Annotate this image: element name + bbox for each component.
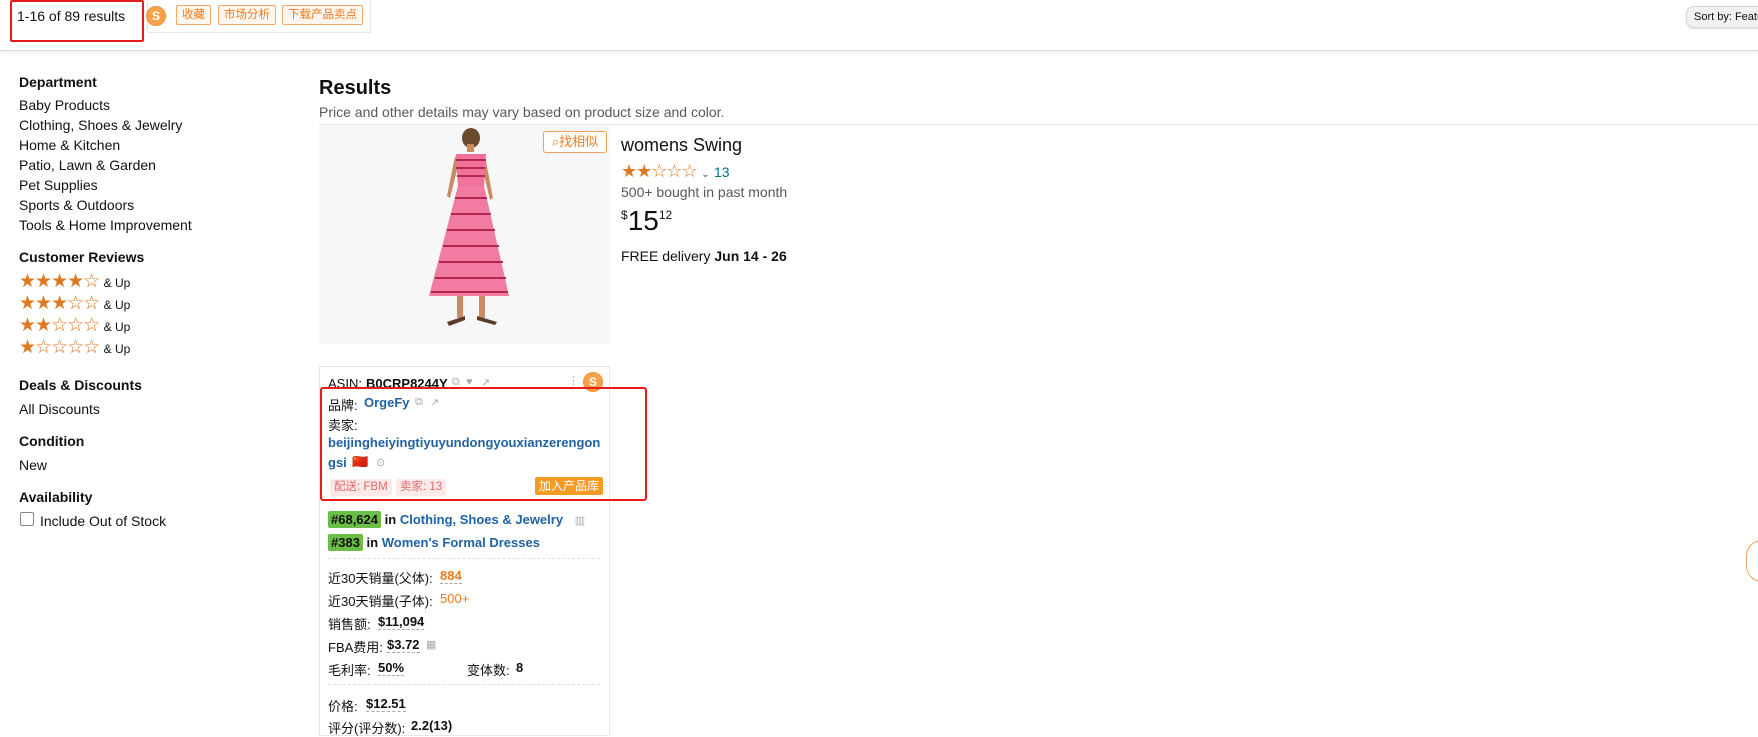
sales30-child-label: 近30天销量(子体):: [328, 594, 433, 609]
results-heading: Results: [319, 77, 392, 99]
department-link[interactable]: Patio, Lawn & Garden: [19, 157, 156, 173]
sales30-child-value: 500+: [440, 591, 470, 606]
department-heading: Department: [19, 74, 97, 90]
rating-count[interactable]: 13: [714, 164, 730, 180]
department-link[interactable]: Pet Supplies: [19, 177, 98, 193]
condition-heading: Condition: [19, 433, 85, 449]
deals-heading: Deals & Discounts: [19, 377, 142, 393]
rank-row-2: #383 in Women's Formal Dresses: [328, 534, 540, 551]
department-link[interactable]: Baby Products: [19, 97, 110, 113]
floating-plugin-button[interactable]: [1746, 540, 1758, 582]
star-rating-icon: ★☆☆☆☆: [19, 337, 100, 358]
product-title[interactable]: womens Swing: [621, 135, 742, 156]
product-rating[interactable]: ★★☆☆☆ ⌄ 13: [621, 161, 730, 182]
variants-value: 8: [516, 660, 524, 675]
divider: [328, 558, 600, 559]
department-link[interactable]: Sports & Outdoors: [19, 197, 134, 213]
result-count: 1-16 of 89 results: [10, 0, 144, 42]
seller-label: 卖家:: [328, 418, 358, 433]
sales30-parent-value[interactable]: 884: [440, 568, 462, 584]
margin-label: 毛利率:: [328, 663, 371, 678]
star-rating-icon: ★★★★☆: [19, 271, 100, 292]
include-out-of-stock-label[interactable]: Include Out of Stock: [40, 513, 166, 529]
market-analysis-button[interactable]: 市场分析: [218, 5, 276, 25]
divider: [319, 124, 1758, 125]
more-icon[interactable]: ⋮: [568, 374, 579, 387]
plugin-logo-icon[interactable]: S: [146, 6, 166, 26]
customer-reviews-heading: Customer Reviews: [19, 249, 145, 265]
seller-count-tag: 卖家: 13: [396, 479, 447, 496]
star-rating-icon: ★★☆☆☆: [19, 315, 100, 336]
include-out-of-stock-checkbox[interactable]: [20, 512, 34, 526]
sort-dropdown[interactable]: Sort by: Featured: [1686, 6, 1758, 28]
brand-link[interactable]: OrgeFy: [364, 395, 410, 410]
revenue-label: 销售额:: [328, 617, 371, 632]
find-similar-button[interactable]: ⌕找相似: [543, 131, 607, 153]
seller-link[interactable]: beijingheiyingtiyuyundongyouxianzerengon: [328, 435, 600, 450]
china-flag-icon: 🇨🇳: [352, 454, 369, 469]
add-to-library-button[interactable]: 加入产品库: [535, 477, 604, 495]
department-link[interactable]: Tools & Home Improvement: [19, 217, 192, 233]
review-filter-3[interactable]: ★★★☆☆ & Up: [19, 292, 130, 315]
rating-value: 2.2(13): [411, 718, 453, 733]
divider: [328, 684, 600, 685]
product-price: $1512: [621, 205, 673, 236]
review-filter-1[interactable]: ★☆☆☆☆ & Up: [19, 336, 130, 359]
bought-count: 500+ bought in past month: [621, 184, 788, 200]
department-link[interactable]: Home & Kitchen: [19, 137, 120, 153]
sales30-parent-label: 近30天销量(父体):: [328, 571, 433, 586]
fba-value: $3.72: [387, 637, 420, 653]
chevron-down-icon: ⌄: [701, 169, 710, 180]
revenue-value: $11,094: [378, 614, 425, 630]
delivery-info: FREE delivery Jun 14 - 26: [621, 248, 787, 264]
download-selling-points-button[interactable]: 下载产品卖点: [282, 5, 363, 25]
department-link[interactable]: Clothing, Shoes & Jewelry: [19, 117, 182, 133]
seller-link-cont[interactable]: gsi: [328, 455, 347, 470]
favorite-button[interactable]: 收藏: [176, 5, 211, 25]
fba-label: FBA费用:: [328, 640, 383, 655]
star-rating-icon: ★★☆☆☆: [621, 161, 698, 181]
share-icon[interactable]: ↗: [430, 396, 439, 409]
shipping-tag: 配送: FBM: [330, 479, 392, 496]
brand-label: 品牌:: [328, 398, 358, 413]
dress-image: [429, 128, 509, 326]
calculator-icon[interactable]: ▦: [426, 638, 436, 651]
price-label: 价格:: [328, 699, 358, 714]
price-value: $12.51: [366, 696, 406, 712]
review-filter-2[interactable]: ★★☆☆☆ & Up: [19, 314, 130, 337]
results-subtitle: Price and other details may vary based o…: [319, 104, 725, 120]
review-filter-4[interactable]: ★★★★☆ & Up: [19, 270, 130, 293]
availability-heading: Availability: [19, 489, 93, 505]
product-image[interactable]: [319, 126, 610, 344]
star-rating-icon: ★★★☆☆: [19, 293, 100, 314]
bar-chart-icon[interactable]: ▥: [575, 515, 585, 527]
margin-value: 50%: [378, 660, 405, 676]
all-discounts-link[interactable]: All Discounts: [19, 401, 100, 417]
variants-label: 变体数:: [467, 663, 510, 678]
location-icon[interactable]: ⊙: [376, 456, 385, 469]
rank-row-1: #68,624 in Clothing, Shoes & Jewelry ▥: [328, 511, 585, 528]
condition-new-link[interactable]: New: [19, 457, 47, 473]
copy-icon[interactable]: ⧉: [415, 396, 423, 409]
